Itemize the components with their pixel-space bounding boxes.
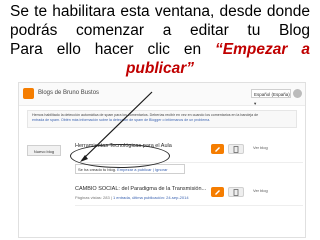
blogger-logo-icon — [23, 88, 34, 99]
caption-line-4: publicar” — [10, 59, 310, 78]
blog-title[interactable]: CAMBIO SOCIAL: del Paradigma de la Trans… — [75, 186, 206, 192]
instruction-caption: Se te habilitara esta ventana, desde don… — [10, 2, 310, 78]
document-icon — [233, 146, 239, 153]
document-icon — [233, 189, 239, 196]
blogger-dashboard-screenshot: Blogs de Bruno Bustos Español (España) ▾… — [18, 82, 306, 238]
posts-menu-button[interactable] — [228, 187, 244, 197]
blog-last-post: 1 entrada, última publicación: 24-sep-20… — [112, 195, 189, 200]
caption-highlight-1: “Empezar a — [215, 41, 310, 58]
caption-line-3-text: Para ello hacer clic en — [10, 41, 216, 58]
caption-line-1: Se te habilitara esta ventana, desde don… — [10, 3, 310, 20]
spam-detection-notice: Hemos habilitado la detección automática… — [27, 110, 297, 128]
view-blog-link[interactable]: Ver blog — [253, 145, 268, 150]
language-select[interactable]: Español (España) ▾ — [251, 89, 291, 106]
caption-line-2: podrás comenzar a editar tu Blog — [10, 22, 310, 39]
blog-row: CAMBIO SOCIAL: del Paradigma de la Trans… — [75, 183, 303, 206]
top-bar: Blogs de Bruno Bustos Español (España) ▾ — [19, 83, 305, 106]
view-blog-link[interactable]: Ver blog — [253, 188, 268, 193]
blog-list-title: Blogs de Bruno Bustos — [38, 90, 100, 96]
caption-line-3: Para ello hacer clic en “Empezar a — [10, 40, 310, 59]
new-post-button[interactable] — [211, 187, 224, 197]
blog-meta: Páginas vistas: 283 | 1 entrada, última … — [75, 195, 189, 200]
blog-page-views: Páginas vistas: 283 — [75, 195, 110, 200]
posts-menu-button[interactable] — [228, 144, 244, 154]
caption-highlight-2: publicar” — [125, 60, 195, 77]
notice-line-2[interactable]: entrada de spam. Obtén más información s… — [32, 118, 292, 123]
avatar[interactable] — [293, 89, 302, 98]
new-blog-button[interactable]: Nuevo blog — [27, 145, 61, 156]
pencil-icon — [215, 190, 220, 195]
highlight-circle — [70, 144, 170, 168]
pencil-icon — [215, 147, 220, 152]
new-post-button[interactable] — [211, 144, 224, 154]
